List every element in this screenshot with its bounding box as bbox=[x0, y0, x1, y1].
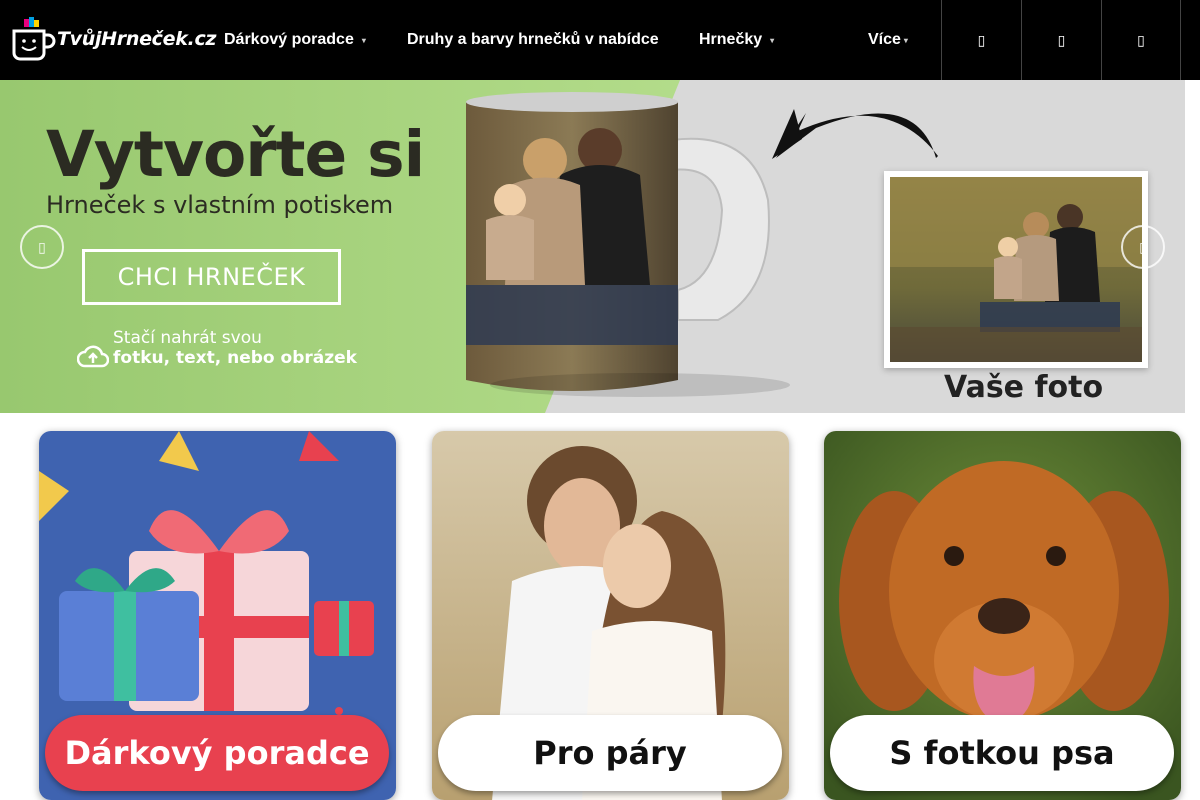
account-button[interactable]: ▯ bbox=[1021, 0, 1101, 80]
card-label-pro-pary: Pro páry bbox=[438, 715, 782, 791]
banner-headline: Vytvořte si bbox=[46, 118, 425, 191]
subline-rest: s vlastním potiskem bbox=[145, 191, 394, 219]
nav-label: Dárkový poradce bbox=[224, 31, 354, 48]
photo-caption: Vaše foto bbox=[944, 370, 1104, 405]
card-s-fotkou-psa[interactable]: S fotkou psa bbox=[824, 431, 1181, 800]
cart-button[interactable]: ▯ bbox=[1101, 0, 1181, 80]
chevron-left-icon: ▯ bbox=[38, 238, 46, 255]
card-pro-pary[interactable]: Pro páry bbox=[432, 431, 789, 800]
chevron-down-icon: ▾ bbox=[770, 35, 775, 45]
sample-photo bbox=[884, 171, 1148, 368]
nav-label: Druhy a barvy hrnečků v nabídce bbox=[407, 31, 659, 48]
logo-text: TvůjHrneček.cz bbox=[57, 28, 217, 50]
slider-prev-button[interactable]: ▯ bbox=[20, 225, 64, 269]
hero-banner[interactable]: Vytvořte si Hrneček s vlastním potiskem … bbox=[0, 80, 1185, 413]
user-icon: ▯ bbox=[1057, 31, 1066, 48]
nav-item-vice[interactable]: Více ▾ bbox=[868, 0, 908, 80]
upload-note: Stačí nahrát svou fotku, text, nebo obrá… bbox=[77, 328, 357, 368]
nav-item-druhy-a-barvy[interactable]: Druhy a barvy hrnečků v nabídce bbox=[407, 0, 659, 80]
nav-item-hrnecky[interactable]: Hrnečky ▾ bbox=[699, 0, 774, 80]
sample-photo-image bbox=[890, 177, 1142, 362]
subline-bold: Hrneček bbox=[46, 191, 146, 219]
card-label-darkovy-poradce: Dárkový poradce bbox=[45, 715, 389, 791]
slider-next-button[interactable]: ▯ bbox=[1121, 225, 1165, 269]
upload-note-line2: fotku, text, nebo obrázek bbox=[113, 348, 357, 368]
nav-label: Více bbox=[868, 31, 901, 48]
chci-hrnecek-button[interactable]: CHCI HRNEČEK bbox=[82, 249, 341, 305]
upload-note-line1: Stačí nahrát svou bbox=[113, 328, 262, 348]
search-button[interactable]: ▯ bbox=[941, 0, 1021, 80]
cloud-upload-icon bbox=[77, 345, 109, 368]
chevron-down-icon: ▾ bbox=[903, 35, 908, 45]
site-header: TvůjHrneček.cz Dárkový poradce ▾ Druhy a… bbox=[0, 0, 1200, 80]
nav-label: Hrnečky bbox=[699, 31, 763, 48]
search-icon: ▯ bbox=[977, 31, 986, 48]
cart-icon: ▯ bbox=[1137, 31, 1145, 48]
card-darkovy-poradce[interactable]: Dárkový poradce bbox=[39, 431, 396, 800]
mug-logo-icon bbox=[10, 17, 56, 61]
banner-subline: Hrneček s vlastním potiskem bbox=[46, 191, 393, 219]
card-label-s-fotkou-psa: S fotkou psa bbox=[830, 715, 1174, 791]
chevron-right-icon: ▯ bbox=[1139, 238, 1147, 255]
site-logo[interactable]: TvůjHrneček.cz bbox=[10, 16, 217, 62]
nav-item-darkovy-poradce[interactable]: Dárkový poradce ▾ bbox=[224, 0, 366, 80]
chevron-down-icon: ▾ bbox=[361, 35, 366, 45]
